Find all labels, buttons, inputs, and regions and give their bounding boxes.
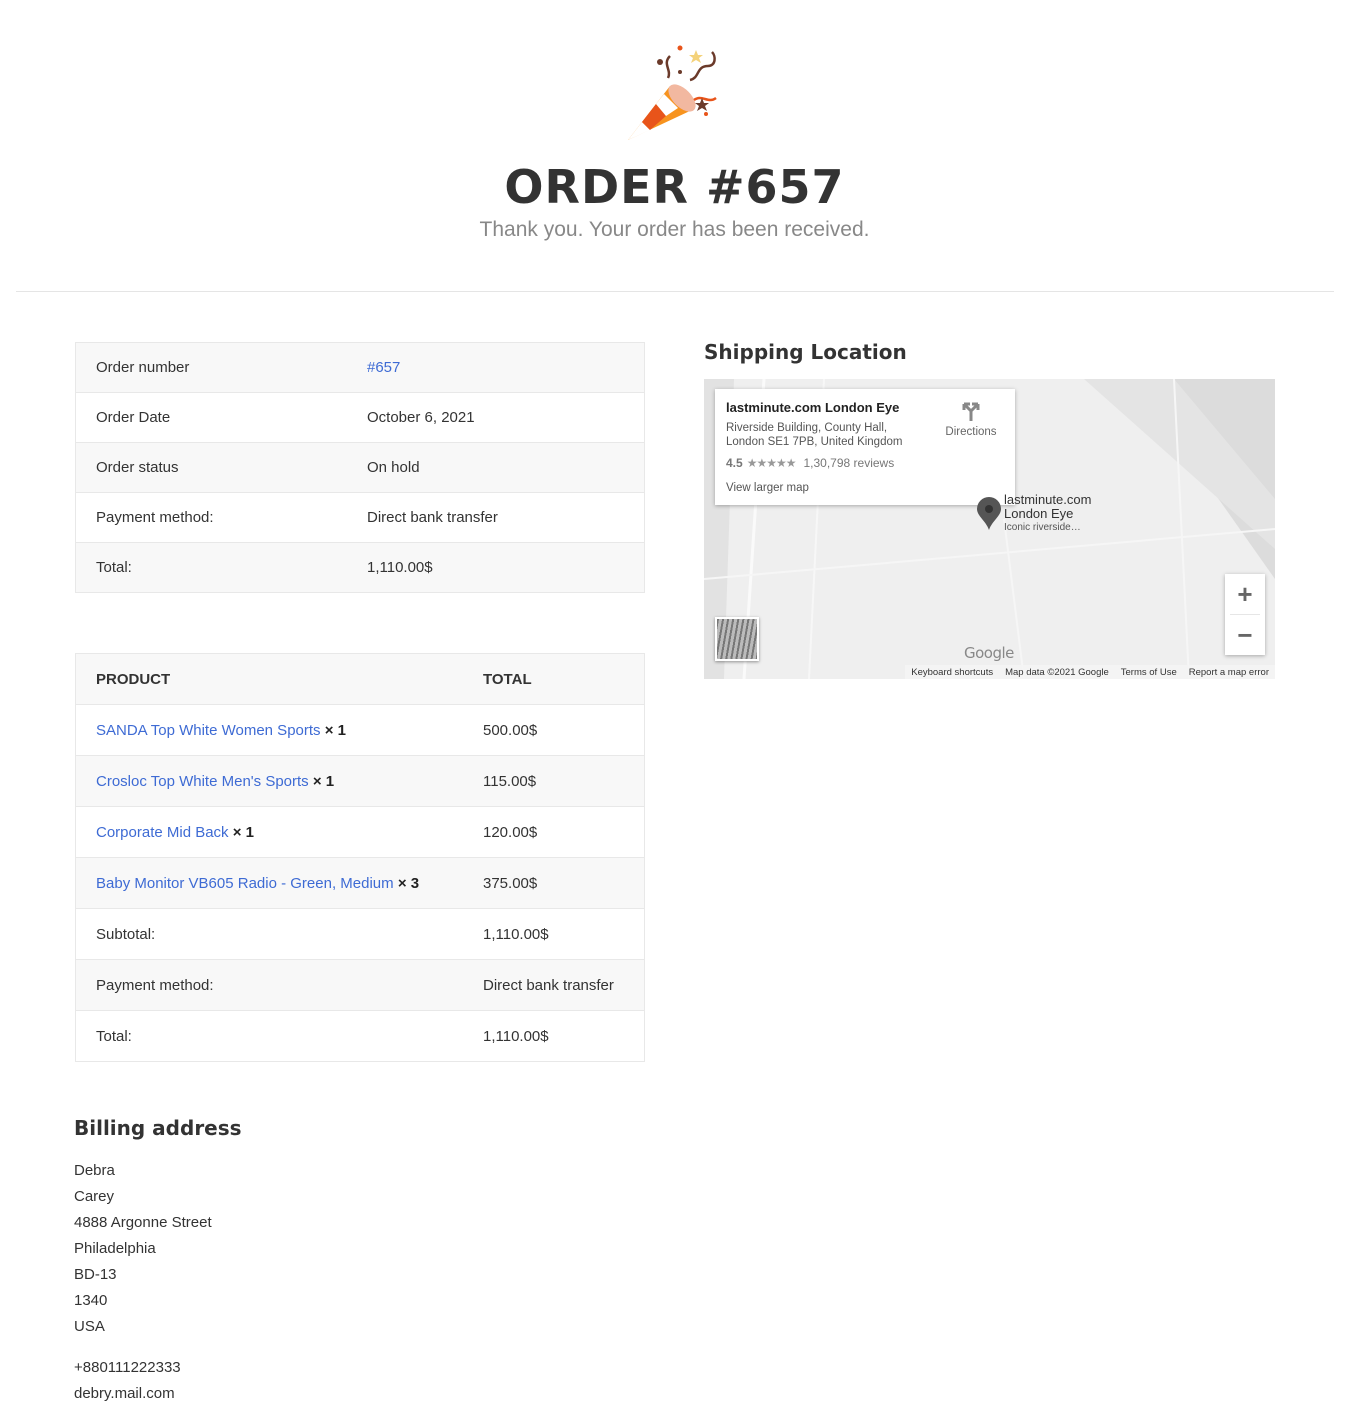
billing-street: 4888 Argonne Street [74, 1214, 212, 1231]
map-attribution: Keyboard shortcuts Map data ©2021 Google… [905, 665, 1275, 679]
order-products-table: PRODUCT TOTAL SANDA Top White Women Spor… [75, 653, 645, 1062]
product-cell: Baby Monitor VB605 Radio - Green, Medium… [75, 857, 463, 909]
shipping-map[interactable]: lastminute.com London Eye Riverside Buil… [704, 379, 1275, 679]
order-status-label: Order status [75, 442, 347, 493]
product-quantity: × 1 [324, 721, 346, 739]
table-row: Total: 1,110.00$ [75, 542, 645, 593]
rating-value: 4.5 [726, 456, 743, 470]
order-number-label: Order number [75, 342, 347, 393]
product-total: 115.00$ [463, 755, 645, 807]
table-header-row: PRODUCT TOTAL [75, 653, 645, 705]
satellite-toggle-button[interactable] [715, 617, 759, 661]
billing-phone: +880111222333 [74, 1359, 181, 1376]
product-link[interactable]: Crosloc Top White Men's Sports [96, 773, 309, 790]
product-quantity: × 1 [312, 772, 335, 790]
place-info-card: lastminute.com London Eye Riverside Buil… [715, 389, 1015, 505]
order-details-table: Order number #657 Order Date October 6, … [75, 342, 645, 593]
product-cell: Corporate Mid Back × 1 [75, 806, 463, 858]
product-column-header: PRODUCT [75, 653, 463, 705]
product-link[interactable]: SANDA Top White Women Sports [96, 722, 321, 739]
table-row: Order number #657 [75, 342, 645, 393]
shipping-location-title: Shipping Location [704, 340, 907, 364]
table-row: Crosloc Top White Men's Sports × 1 115.0… [75, 755, 645, 807]
order-status-value: On hold [347, 442, 645, 493]
billing-email: debry.mail.com [74, 1385, 175, 1402]
product-cell: SANDA Top White Women Sports × 1 [75, 704, 463, 756]
table-row: Corporate Mid Back × 1 120.00$ [75, 806, 645, 858]
directions-icon [962, 402, 980, 421]
directions-label: Directions [945, 426, 997, 438]
payment-method-label: Payment method: [75, 492, 347, 543]
terms-of-use-link[interactable]: Terms of Use [1121, 667, 1177, 678]
place-address: Riverside Building, County Hall, London … [726, 421, 936, 449]
google-logo: Google [964, 644, 1014, 662]
place-name: lastminute.com London Eye [726, 400, 900, 415]
divider [16, 291, 1334, 292]
table-row: Subtotal: 1,110.00$ [75, 908, 645, 960]
star-rating-icon: ★★★★★ [746, 456, 797, 470]
zoom-in-button[interactable]: + [1225, 574, 1265, 614]
total-column-header: TOTAL [463, 653, 645, 705]
place-rating: 4.5 ★★★★★ 1,30,798 reviews [726, 456, 894, 470]
product-total: 500.00$ [463, 704, 645, 756]
pin-label-line: London Eye [1004, 506, 1074, 521]
table-row: Baby Monitor VB605 Radio - Green, Medium… [75, 857, 645, 909]
billing-contact: +880111222333 debry.mail.com [74, 1355, 181, 1407]
map-pin-label: lastminute.com London Eye Iconic riversi… [1004, 493, 1091, 535]
order-number-link[interactable]: #657 [367, 359, 400, 376]
subtotal-value: 1,110.00$ [463, 908, 645, 960]
billing-address: Debra Carey 4888 Argonne Street Philadel… [74, 1158, 212, 1340]
table-row: Payment method: Direct bank transfer [75, 492, 645, 543]
table-row: SANDA Top White Women Sports × 1 500.00$ [75, 704, 645, 756]
pin-label-subtitle: Iconic riverside… [1004, 522, 1081, 533]
grand-total-value: 1,110.00$ [463, 1010, 645, 1062]
address-line: London SE1 7PB, United Kingdom [726, 436, 903, 448]
payment-method-label: Payment method: [75, 959, 463, 1011]
pin-label-line: lastminute.com [1004, 492, 1092, 507]
reviews-link[interactable]: 1,30,798 reviews [803, 456, 894, 470]
product-link[interactable]: Corporate Mid Back [96, 824, 229, 841]
billing-first-name: Debra [74, 1162, 115, 1179]
product-total: 120.00$ [463, 806, 645, 858]
order-number-value: #657 [347, 342, 645, 393]
report-map-error-link[interactable]: Report a map error [1189, 667, 1269, 678]
billing-country: USA [74, 1318, 105, 1335]
directions-button[interactable]: Directions [943, 400, 999, 438]
zoom-out-button[interactable]: − [1225, 615, 1265, 655]
keyboard-shortcuts-link[interactable]: Keyboard shortcuts [911, 667, 993, 678]
product-quantity: × 1 [232, 823, 255, 841]
billing-state: BD-13 [74, 1266, 117, 1283]
table-row: Order status On hold [75, 442, 645, 493]
payment-method-value: Direct bank transfer [463, 959, 645, 1011]
subtotal-label: Subtotal: [75, 908, 463, 960]
table-row: Total: 1,110.00$ [75, 1010, 645, 1062]
map-pin-icon[interactable] [976, 497, 1002, 531]
order-total-label: Total: [75, 542, 347, 593]
order-total-value: 1,110.00$ [347, 542, 645, 593]
table-row: Order Date October 6, 2021 [75, 392, 645, 443]
address-line: Riverside Building, County Hall, [726, 422, 888, 434]
product-quantity: × 3 [397, 874, 420, 892]
billing-city: Philadelphia [74, 1240, 156, 1257]
table-row: Payment method: Direct bank transfer [75, 959, 645, 1011]
payment-method-value: Direct bank transfer [347, 492, 645, 543]
order-received-message: Thank you. Your order has been received. [479, 218, 870, 241]
billing-last-name: Carey [74, 1188, 115, 1205]
product-link[interactable]: Baby Monitor VB605 Radio - Green, Medium [96, 875, 394, 892]
order-title: ORDER #657 [504, 160, 845, 214]
product-cell: Crosloc Top White Men's Sports × 1 [75, 755, 463, 807]
billing-postcode: 1340 [74, 1292, 108, 1309]
view-larger-map-link[interactable]: View larger map [726, 482, 809, 494]
zoom-control: + − [1225, 574, 1265, 655]
product-total: 375.00$ [463, 857, 645, 909]
party-popper-icon [620, 40, 730, 150]
order-date-label: Order Date [75, 392, 347, 443]
order-date-value: October 6, 2021 [347, 392, 645, 443]
map-data-label: Map data ©2021 Google [1005, 666, 1109, 678]
billing-address-title: Billing address [74, 1116, 242, 1140]
grand-total-label: Total: [75, 1010, 463, 1062]
